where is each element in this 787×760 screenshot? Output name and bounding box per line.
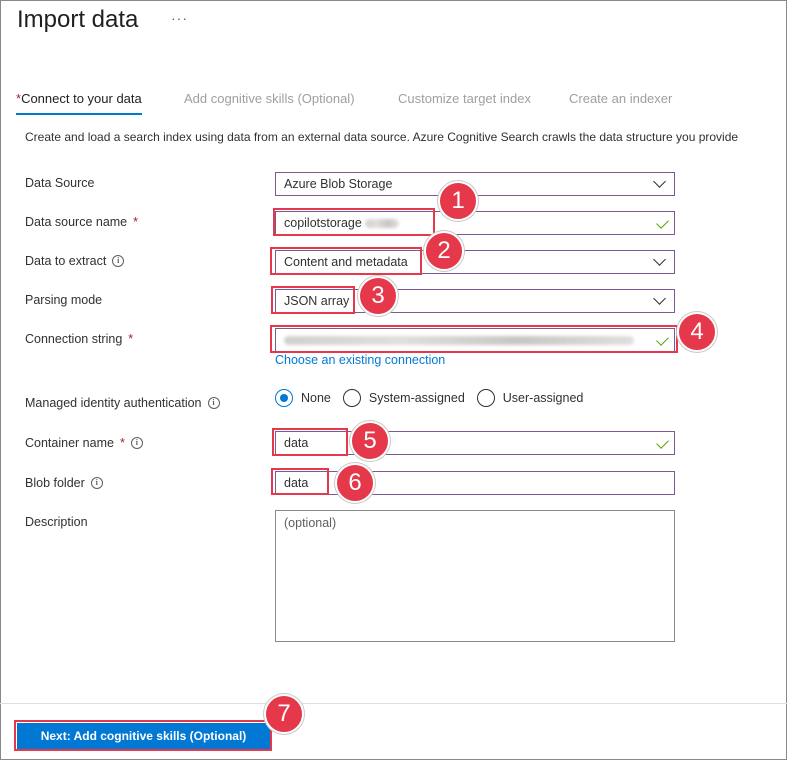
info-icon[interactable]: i (112, 255, 125, 267)
next-add-cognitive-skills-button[interactable]: Next: Add cognitive skills (Optional) (17, 723, 270, 749)
radio-option-user-assigned[interactable]: User-assigned (476, 389, 584, 407)
annotation-badge: 4 (677, 312, 717, 352)
data-source-label-text: Data Source (25, 176, 95, 190)
data-source-value: Azure Blob Storage (284, 177, 393, 191)
tab-add-cognitive-skills[interactable]: Add cognitive skills (Optional) (184, 91, 355, 112)
radio-button[interactable] (342, 389, 361, 407)
info-icon[interactable]: i (207, 397, 220, 409)
parsing-mode-label: Parsing mode (25, 293, 102, 307)
redacted-text (364, 218, 399, 228)
data-to-extract-value: Content and metadata (284, 255, 408, 269)
intro-text: Create and load a search index using dat… (25, 130, 739, 144)
footer-divider (0, 703, 787, 704)
parsing-mode-label-text: Parsing mode (25, 293, 103, 307)
annotation-badge: 1 (438, 181, 478, 221)
required-star: * (119, 436, 125, 450)
info-icon[interactable]: i (130, 437, 143, 449)
managed-identity-label: Managed identity authentication i (25, 396, 220, 410)
annotation-badge: 2 (424, 231, 464, 271)
blob-folder-label-text: Blob folder (25, 476, 85, 490)
container-name-label-text: Container name (25, 436, 114, 450)
blob-folder-value: data (284, 476, 309, 490)
description-textarea[interactable]: (optional) (275, 510, 675, 642)
data-source-name-input[interactable]: copilotstorage (275, 211, 675, 235)
container-name-value: data (284, 436, 309, 450)
data-to-extract-label: Data to extract i (25, 254, 125, 268)
annotation-badge: 3 (358, 276, 398, 316)
chevron-down-icon (653, 253, 666, 266)
tab-label: Connect to your data (21, 91, 142, 106)
connection-string-input[interactable] (275, 328, 675, 352)
chevron-down-icon (653, 175, 666, 188)
connection-string-label-text: Connection string (25, 332, 123, 346)
page-title: Import data (17, 6, 139, 33)
choose-existing-connection-link[interactable]: Choose an existing connection (275, 353, 445, 367)
annotation-badge: 6 (335, 463, 375, 503)
container-name-label: Container name * i (25, 436, 143, 450)
checkmark-icon (656, 333, 669, 346)
tab-customize-target-index[interactable]: Customize target index (398, 91, 531, 112)
required-star: * (133, 215, 139, 229)
data-source-name-label-text: Data source name (25, 215, 128, 229)
description-placeholder: (optional) (284, 516, 337, 530)
radio-label: System-assigned (368, 391, 465, 405)
container-name-input[interactable]: data (275, 431, 675, 455)
tab-create-an-indexer[interactable]: Create an indexer (569, 91, 672, 112)
managed-identity-label-text: Managed identity authentication (25, 396, 202, 410)
managed-identity-radio-group: None System-assigned User-assigned (275, 389, 595, 407)
radio-option-system-assigned[interactable]: System-assigned (342, 389, 465, 407)
more-options-button[interactable]: ··· (171, 10, 188, 26)
radio-label: User-assigned (502, 391, 584, 405)
data-source-name-value: copilotstorage (284, 216, 362, 230)
checkmark-icon (656, 216, 669, 229)
data-source-label: Data Source (25, 176, 94, 190)
parsing-mode-value: JSON array (284, 294, 350, 308)
info-icon[interactable]: i (90, 477, 103, 489)
data-to-extract-label-text: Data to extract (25, 254, 107, 268)
checkmark-icon (656, 436, 669, 449)
data-to-extract-dropdown[interactable]: Content and metadata (275, 250, 675, 274)
chevron-down-icon (653, 292, 666, 305)
data-source-name-label: Data source name * (25, 215, 138, 229)
radio-button[interactable] (275, 389, 293, 407)
blob-folder-label: Blob folder i (25, 476, 103, 490)
radio-label: None (301, 391, 331, 405)
annotation-badge: 5 (350, 421, 390, 461)
connection-string-label: Connection string * (25, 332, 133, 346)
parsing-mode-dropdown[interactable]: JSON array (275, 289, 675, 313)
radio-option-none[interactable]: None (275, 389, 331, 407)
description-label-text: Description (25, 515, 88, 529)
redacted-text (284, 335, 634, 345)
description-label: Description (25, 515, 88, 529)
radio-button[interactable] (476, 389, 495, 407)
tab-connect-to-your-data[interactable]: *Connect to your data (16, 91, 142, 115)
annotation-badge: 7 (264, 694, 304, 734)
required-star: * (128, 332, 134, 346)
